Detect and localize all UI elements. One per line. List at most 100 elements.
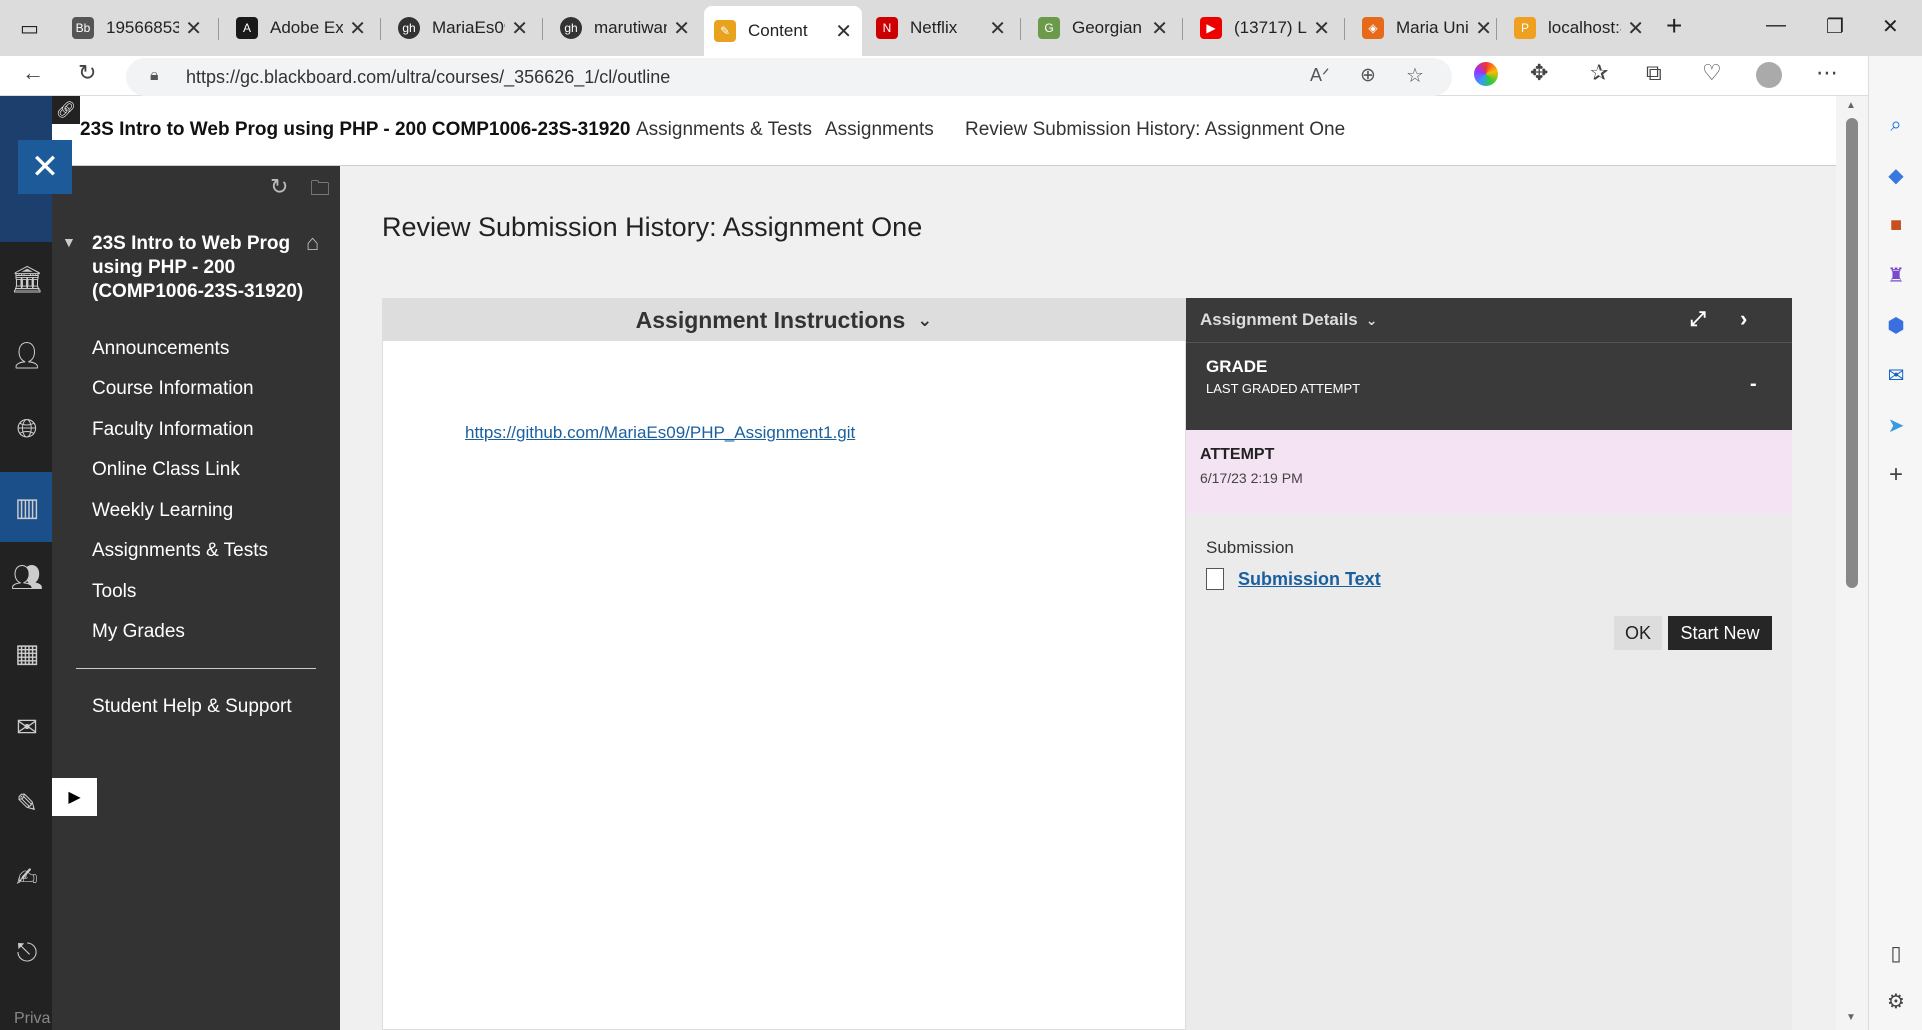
- document-icon: [1206, 568, 1224, 590]
- tab-6[interactable]: N Netflix ✕: [866, 8, 1016, 48]
- menu-tools[interactable]: Tools: [92, 581, 136, 603]
- tab-5-active[interactable]: ✎ Content ✕: [704, 6, 862, 56]
- extension-colors-icon[interactable]: [1474, 62, 1498, 86]
- favorite-star-icon[interactable]: ☆: [1406, 63, 1424, 88]
- search-icon[interactable]: ⌕: [1883, 112, 1909, 138]
- sign-out-icon[interactable]: ⎋: [12, 937, 42, 968]
- details-header-label: Assignment Details: [1200, 310, 1358, 329]
- course-menu-title[interactable]: 23S Intro to Web Prog using PHP - 200 (C…: [92, 232, 303, 304]
- breadcrumb-course[interactable]: 23S Intro to Web Prog using PHP - 200 CO…: [80, 119, 630, 141]
- breadcrumb-assignments-tests[interactable]: Assignments & Tests: [636, 119, 812, 141]
- send-icon[interactable]: ➤: [1883, 412, 1909, 438]
- play-button[interactable]: ▶: [52, 778, 97, 816]
- tools-briefcase-icon[interactable]: ■: [1883, 212, 1909, 238]
- games-icon[interactable]: ♜: [1883, 262, 1909, 288]
- course-home-icon[interactable]: ⌂: [306, 230, 319, 256]
- profile-icon[interactable]: 👤︎: [11, 340, 44, 370]
- institution-icon[interactable]: 🏛︎: [11, 264, 44, 294]
- lock-icon: 🔒︎: [150, 67, 159, 84]
- details-header[interactable]: Assignment Details ⌄ ⤢ ›: [1186, 298, 1792, 342]
- grade-label: GRADE: [1206, 357, 1268, 376]
- calendar-icon[interactable]: ▦: [12, 638, 42, 668]
- edge-sidebar: ⌕ ◆ ■ ♜ ⬢ ✉ ➤ + ▯ ⚙: [1868, 56, 1922, 1030]
- link-icon[interactable]: 🔗︎: [52, 96, 80, 124]
- menu-my-grades[interactable]: My Grades: [92, 621, 185, 643]
- submission-text-link[interactable]: Submission Text: [1238, 569, 1381, 590]
- scroll-up-icon[interactable]: ▲: [1846, 100, 1856, 111]
- menu-faculty-information[interactable]: Faculty Information: [92, 419, 254, 441]
- breadcrumb-assignments[interactable]: Assignments: [825, 119, 934, 141]
- close-tab-icon[interactable]: ✕: [511, 16, 528, 41]
- folder-view-icon[interactable]: 🗀: [310, 174, 330, 208]
- sidebar-toggle-icon[interactable]: ▯: [1883, 940, 1909, 966]
- close-tab-icon[interactable]: ✕: [1151, 16, 1168, 41]
- scrollbar-thumb[interactable]: [1846, 118, 1858, 588]
- tab-8[interactable]: ▶ (13717) List ✕: [1190, 8, 1340, 48]
- start-new-button[interactable]: Start New: [1668, 616, 1772, 650]
- menu-assignments-tests[interactable]: Assignments & Tests: [92, 540, 268, 562]
- extensions-icon[interactable]: ✥: [1530, 60, 1548, 86]
- tab-7[interactable]: G Georgian C ✕: [1028, 8, 1178, 48]
- close-tab-icon[interactable]: ✕: [349, 16, 366, 41]
- instructions-header[interactable]: Assignment Instructions ⌄: [383, 299, 1185, 341]
- scroll-down-icon[interactable]: ▼: [1846, 1012, 1856, 1023]
- favorites-icon[interactable]: ✰: [1590, 60, 1608, 86]
- back-icon[interactable]: ←: [22, 60, 44, 86]
- tab-10[interactable]: P localhost:80 ✕: [1504, 8, 1654, 48]
- tab-actions-icon[interactable]: ▭: [20, 16, 39, 41]
- add-sidebar-app-icon[interactable]: +: [1883, 461, 1909, 488]
- collapse-menu-icon[interactable]: ▼: [62, 234, 76, 250]
- close-tab-icon[interactable]: ✕: [185, 16, 202, 41]
- browser-essentials-icon[interactable]: ♡: [1702, 60, 1722, 86]
- course-title-line-1: 23S Intro to Web Prog: [92, 233, 291, 254]
- privacy-link[interactable]: Priva: [14, 1010, 50, 1028]
- new-tab-icon[interactable]: +: [1666, 10, 1682, 42]
- tools-edit-icon[interactable]: ✍: [12, 862, 42, 892]
- netflix-favicon-icon: N: [876, 17, 898, 39]
- tab-9[interactable]: ◈ Maria Unive ✕: [1352, 8, 1502, 48]
- settings-gear-icon[interactable]: ⚙: [1883, 988, 1909, 1014]
- chevron-right-icon[interactable]: ›: [1740, 306, 1747, 332]
- attempt-row[interactable]: ATTEMPT 6/17/23 2:19 PM: [1186, 430, 1792, 514]
- expand-icon[interactable]: ⤢: [1690, 308, 1706, 331]
- close-tab-icon[interactable]: ✕: [673, 16, 690, 41]
- collections-icon[interactable]: ⧉: [1646, 60, 1662, 86]
- activity-globe-icon[interactable]: 🌐︎: [12, 413, 42, 444]
- outlook-icon[interactable]: ✉: [1883, 362, 1909, 388]
- menu-course-information[interactable]: Course Information: [92, 378, 254, 400]
- close-window-icon[interactable]: ✕: [1882, 14, 1899, 39]
- main-content: Review Submission History: Assignment On…: [340, 166, 1836, 1030]
- page-scrollbar[interactable]: ▲ ▼: [1836, 96, 1868, 1030]
- tab-2[interactable]: A Adobe Expr ✕: [226, 8, 376, 48]
- menu-student-help[interactable]: Student Help & Support: [92, 696, 292, 718]
- close-tab-icon[interactable]: ✕: [1627, 16, 1644, 41]
- refresh-menu-icon[interactable]: ↻: [270, 174, 288, 200]
- tab-3[interactable]: gh MariaEs09/F ✕: [388, 8, 538, 48]
- more-menu-icon[interactable]: ⋯: [1816, 60, 1838, 86]
- courses-nav-active[interactable]: ▥: [0, 472, 52, 542]
- ok-button[interactable]: OK: [1614, 616, 1662, 650]
- read-aloud-icon[interactable]: Aᐟ: [1310, 65, 1330, 86]
- github-repo-link[interactable]: https://github.com/MariaEs09/PHP_Assignm…: [465, 423, 855, 443]
- messages-icon[interactable]: ✉: [12, 712, 42, 742]
- shopping-tag-icon[interactable]: ◆: [1883, 162, 1909, 188]
- menu-weekly-learning[interactable]: Weekly Learning: [92, 500, 233, 522]
- restore-icon[interactable]: ❐: [1826, 14, 1844, 39]
- microsoft365-icon[interactable]: ⬢: [1883, 312, 1909, 338]
- zoom-icon[interactable]: ⊕: [1360, 64, 1376, 87]
- tab-4[interactable]: gh marutiwang ✕: [550, 8, 700, 48]
- refresh-icon[interactable]: ↻: [78, 60, 96, 86]
- close-tab-icon[interactable]: ✕: [1313, 16, 1330, 41]
- menu-announcements[interactable]: Announcements: [92, 338, 229, 360]
- menu-online-class-link[interactable]: Online Class Link: [92, 459, 240, 481]
- close-course-button[interactable]: ✕: [18, 140, 72, 194]
- close-tab-icon[interactable]: ✕: [1475, 16, 1492, 41]
- minimize-icon[interactable]: —: [1766, 14, 1786, 37]
- grades-icon[interactable]: ✎: [12, 788, 42, 818]
- url-field[interactable]: 🔒︎ https://gc.blackboard.com/ultra/cours…: [126, 58, 1452, 96]
- close-tab-icon[interactable]: ✕: [989, 16, 1006, 41]
- profile-avatar-icon[interactable]: [1756, 62, 1782, 88]
- tab-1[interactable]: Bb 19566853 ✕: [62, 8, 212, 48]
- organizations-icon[interactable]: 👥︎: [11, 562, 44, 592]
- close-tab-icon[interactable]: ✕: [835, 19, 852, 44]
